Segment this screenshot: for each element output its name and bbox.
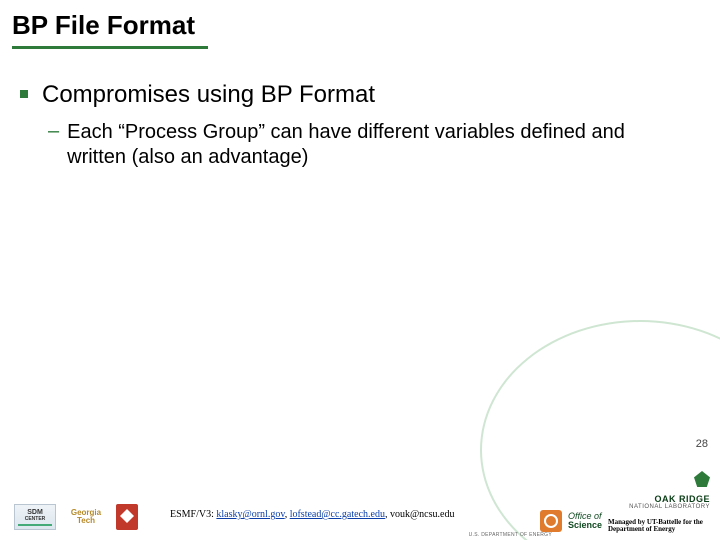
ornl-subtitle: NATIONAL LABORATORY bbox=[629, 504, 710, 510]
oak-ridge-logo: OAK RIDGE NATIONAL LABORATORY bbox=[629, 471, 710, 510]
bullet-2-text: Each “Process Group” can have different … bbox=[67, 120, 680, 170]
managed-by-text: Managed by UT-Battelle for the Departmen… bbox=[608, 519, 710, 534]
slide-title: BP File Format bbox=[12, 10, 195, 41]
office-line-2: Science bbox=[568, 521, 602, 530]
bullet-level-1: Compromises using BP Format bbox=[20, 80, 680, 110]
bullet-level-2: – Each “Process Group” can have differen… bbox=[48, 120, 680, 170]
footer-logos-right: Office of Science bbox=[540, 510, 602, 532]
footer-logos-left: SDM CENTER Georgia Tech bbox=[14, 504, 138, 530]
slide: BP File Format Compromises using BP Form… bbox=[0, 0, 720, 540]
dash-bullet-icon: – bbox=[48, 120, 59, 143]
square-bullet-icon bbox=[20, 90, 28, 98]
sdm-center-logo: SDM CENTER bbox=[14, 504, 56, 530]
footer: SDM CENTER Georgia Tech ESMF/V3: klasky@… bbox=[0, 470, 720, 540]
ornl-name: OAK RIDGE bbox=[629, 494, 710, 504]
title-underline bbox=[12, 46, 208, 49]
sdm-logo-top: SDM bbox=[27, 509, 43, 516]
slide-body: Compromises using BP Format – Each “Proc… bbox=[20, 80, 680, 170]
doe-badge-icon bbox=[540, 510, 562, 532]
bullet-1-text: Compromises using BP Format bbox=[42, 80, 375, 110]
oak-leaf-icon bbox=[694, 471, 710, 487]
office-of-science-logo: Office of Science bbox=[568, 512, 602, 530]
ncsu-logo bbox=[116, 504, 138, 530]
footer-contacts: ESMF/V3: klasky@ornl.gov, lofstead@cc.ga… bbox=[170, 509, 454, 520]
email-text-3: vouk@ncsu.edu bbox=[390, 509, 454, 520]
doe-seal-text: U.S. DEPARTMENT OF ENERGY bbox=[469, 532, 552, 538]
sdm-logo-bottom: CENTER bbox=[25, 516, 46, 522]
georgia-tech-logo: Georgia Tech bbox=[64, 504, 108, 530]
gt-logo-bottom: Tech bbox=[71, 517, 101, 525]
sdm-logo-bar bbox=[18, 524, 52, 526]
contacts-prefix: ESMF/V3: bbox=[170, 509, 216, 520]
email-link-1[interactable]: klasky@ornl.gov bbox=[216, 509, 284, 520]
email-link-2[interactable]: lofstead@cc.gatech.edu bbox=[290, 509, 385, 520]
